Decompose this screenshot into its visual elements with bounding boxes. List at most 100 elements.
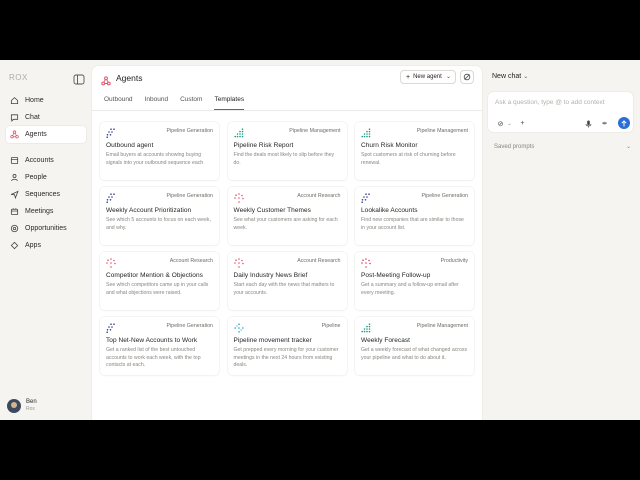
ring-dots-icon <box>361 258 371 268</box>
send-button[interactable] <box>618 117 630 129</box>
card-title: Weekly Account Prioritization <box>106 207 192 214</box>
template-card[interactable]: Pipeline Management Weekly Forecast Get a … <box>355 317 474 375</box>
microphone-icon[interactable] <box>584 119 593 128</box>
logo: ROX <box>9 73 28 82</box>
ring-dots-icon <box>233 193 244 203</box>
sidebar-header: ROX <box>9 72 85 86</box>
template-card[interactable]: Account Research Daily Industry News Brie… <box>227 252 347 310</box>
sidebar-item-label: Opportunities <box>25 225 67 232</box>
card-title: Top Net-New Accounts to Work <box>106 337 198 344</box>
attach-icon[interactable]: ⊘ <box>496 119 505 128</box>
sidebar-item-label: Meetings <box>25 208 54 215</box>
chat-composer: ⊘ ⌄ + ⇹ <box>488 92 633 132</box>
sidebar-item-chat[interactable]: Chat <box>6 109 86 126</box>
card-title: Weekly Forecast <box>361 337 411 344</box>
tab-templates[interactable]: Templates <box>214 96 245 110</box>
card-title: Pipeline movement tracker <box>233 337 312 344</box>
waveform-icon[interactable]: ⇹ <box>600 119 609 128</box>
sidebar-item-people[interactable]: People <box>6 169 86 186</box>
card-title: Competitor Mention & Objections <box>106 272 203 279</box>
card-category: Pipeline Generation <box>166 128 213 134</box>
card-category: Pipeline Management <box>289 128 341 134</box>
people-icon <box>10 173 19 182</box>
sidebar-item-label: Sequences <box>25 191 61 198</box>
sidebar-item-accounts[interactable]: Accounts <box>6 152 86 169</box>
card-title: Pipeline Risk Report <box>233 142 294 149</box>
chat-input[interactable] <box>495 99 625 106</box>
bars-dots-icon <box>361 128 371 138</box>
sidebar-nav-primary: Home Chat Agents <box>6 92 86 143</box>
card-description: Spot customers at risk of churning befor… <box>361 152 456 166</box>
chat-panel: New chat⌄ ⊘ ⌄ + ⇹ Saved prompts ⌄ <box>484 60 640 420</box>
sidebar: ROX Home Chat Agents Accounts People Seq… <box>0 60 92 420</box>
card-description: Get a weekly forecast of what changed ac… <box>361 347 468 361</box>
template-card[interactable]: Pipeline Generation Lookalike Accounts Fin… <box>355 187 474 245</box>
agents-icon <box>10 130 19 139</box>
card-description: Find the deals most likely to slip befor… <box>233 152 335 166</box>
template-grid: Pipeline Generation Outbound agent Email b… <box>100 122 474 375</box>
bars-dots-icon <box>361 323 371 333</box>
plus-icon: + <box>406 73 411 81</box>
tab-outbound[interactable]: Outbound <box>104 96 133 110</box>
sidebar-item-sequences[interactable]: Sequences <box>6 186 86 203</box>
saved-prompts-label[interactable]: Saved prompts <box>494 144 534 150</box>
ring-dots-icon <box>233 258 244 268</box>
sidebar-item-label: Chat <box>25 114 40 121</box>
template-card[interactable]: Pipeline Generation Weekly Account Priori… <box>100 187 219 245</box>
template-card[interactable]: Productivity Post-Meeting Follow-up Get a … <box>355 252 474 310</box>
grid-dots-icon <box>106 323 116 333</box>
sidebar-item-opportunities[interactable]: Opportunities <box>6 220 86 237</box>
chevron-down-icon[interactable]: ⌄ <box>626 143 631 150</box>
card-description: See what your customers are asking for e… <box>233 217 338 231</box>
template-card[interactable]: Pipeline Generation Top Net-New Accounts … <box>100 317 219 375</box>
hide-icon-button[interactable] <box>460 70 474 84</box>
sidebar-item-apps[interactable]: Apps <box>6 237 86 254</box>
sidebar-item-label: People <box>25 174 47 181</box>
grid-dots-icon <box>361 193 371 203</box>
template-card[interactable]: Pipeline Management Pipeline Risk Report F… <box>227 122 347 180</box>
bars-dots-icon <box>233 128 244 138</box>
avatar <box>7 399 21 413</box>
main-panel: Agents + New agent ⌄ Outbound Inbound Cu… <box>92 66 482 420</box>
card-category: Pipeline Management <box>416 128 468 134</box>
new-agent-label: New agent <box>413 74 442 80</box>
accounts-icon <box>10 156 19 165</box>
new-agent-button[interactable]: + New agent ⌄ <box>400 70 456 84</box>
sidebar-collapse-icon[interactable] <box>73 72 85 85</box>
user-org: Rox <box>26 406 35 412</box>
tab-inbound[interactable]: Inbound <box>145 96 169 110</box>
card-description: Get a ranked list of the best untouched … <box>106 347 201 369</box>
tab-custom[interactable]: Custom <box>180 96 202 110</box>
sidebar-item-label: Accounts <box>25 157 54 164</box>
template-card[interactable]: Account Research Weekly Customer Themes Se… <box>227 187 347 245</box>
card-category: Pipeline Generation <box>166 193 213 199</box>
card-description: Get prepped every morning for your custo… <box>233 347 339 369</box>
template-card[interactable]: Pipeline Generation Outbound agent Email b… <box>100 122 219 180</box>
sidebar-item-meetings[interactable]: Meetings <box>6 203 86 220</box>
chat-title[interactable]: New chat ⌄ <box>492 73 528 80</box>
arrow-up-icon <box>621 119 627 126</box>
chevron-down-icon: ⌄ <box>445 74 451 80</box>
template-card[interactable]: Pipeline Pipeline movement tracker Get pre… <box>227 317 347 375</box>
template-card[interactable]: Account Research Competitor Mention & Obj… <box>100 252 219 310</box>
sidebar-item-label: Apps <box>25 242 41 249</box>
user-profile[interactable]: Ben Rox <box>7 398 37 414</box>
agents-icon <box>101 73 111 86</box>
sidebar-item-home[interactable]: Home <box>6 92 86 109</box>
user-name: Ben <box>26 399 37 405</box>
sequences-icon <box>10 190 19 199</box>
card-category: Pipeline Generation <box>166 323 213 329</box>
card-category: Account Research <box>297 258 341 264</box>
card-description: See which competitors came up in your ca… <box>106 282 209 296</box>
card-title: Lookalike Accounts <box>361 207 418 214</box>
card-title: Post-Meeting Follow-up <box>361 272 431 279</box>
cross-dots-icon <box>233 323 244 333</box>
ring-dots-icon <box>106 258 116 268</box>
chevron-down-icon: ⌄ <box>523 74 529 80</box>
template-card[interactable]: Pipeline Management Churn Risk Monitor Spo… <box>355 122 474 180</box>
sidebar-item-agents[interactable]: Agents <box>6 126 86 143</box>
opportunities-icon <box>10 224 19 233</box>
divider <box>92 110 482 111</box>
plus-icon[interactable]: + <box>518 119 527 128</box>
chevron-down-icon[interactable]: ⌄ <box>505 119 514 128</box>
